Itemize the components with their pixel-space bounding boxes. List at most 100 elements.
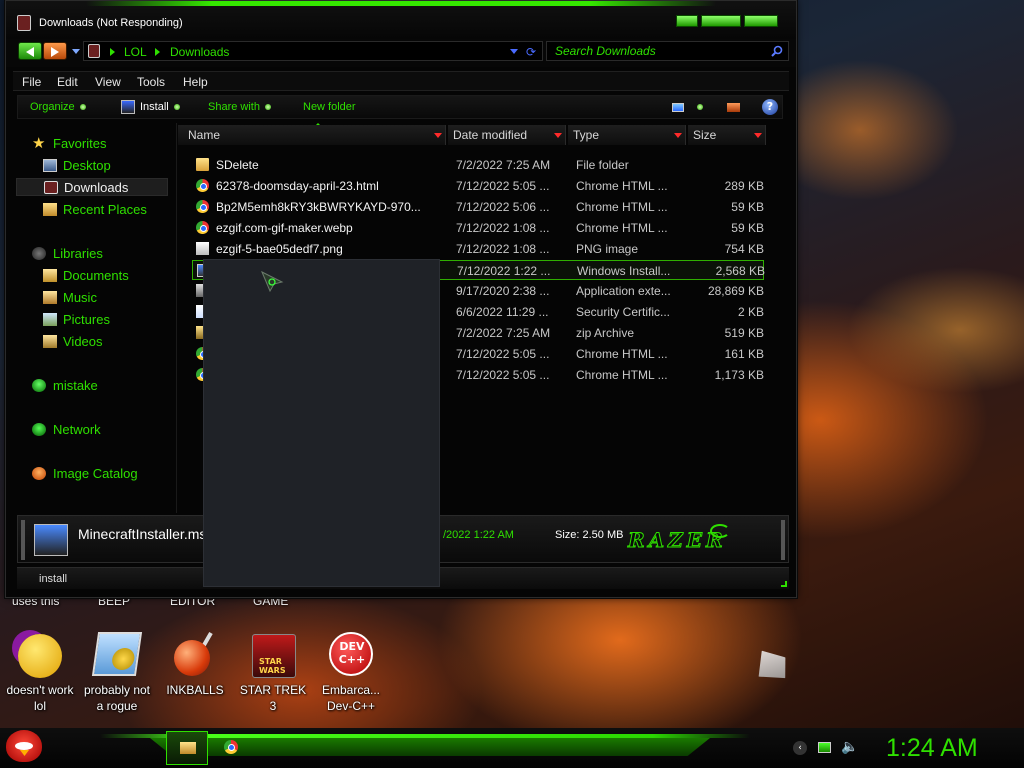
file-row[interactable]: ezgif.com-gif-maker.webp 7/12/2022 1:08 .… — [192, 218, 764, 238]
nav-videos[interactable]: Videos — [16, 333, 168, 351]
nav-downloads[interactable]: Downloads — [16, 178, 168, 196]
column-dropdown-icon[interactable] — [554, 133, 562, 138]
taskbar-explorer-button[interactable] — [166, 731, 208, 765]
file-size: 754 KB — [724, 242, 764, 256]
file-row[interactable]: 62378-doomsday-april-23.html 7/12/2022 5:… — [192, 176, 764, 196]
menu-tools[interactable]: Tools — [137, 75, 165, 89]
menu-edit[interactable]: Edit — [57, 75, 78, 89]
taskbar-chrome-icon[interactable] — [224, 740, 238, 754]
start-button-angry-bird-icon[interactable] — [6, 730, 42, 762]
dev-cpp-icon: DEV C++ — [329, 632, 373, 676]
address-box[interactable]: LOL Downloads ⟳ — [83, 41, 543, 61]
nav-user-label: mistake — [53, 378, 98, 393]
chrome-icon — [196, 221, 209, 234]
wallpaper-shard — [750, 646, 794, 689]
help-icon[interactable]: ? — [762, 99, 778, 115]
nav-libraries[interactable]: Libraries — [16, 245, 168, 263]
file-size: 28,869 KB — [707, 284, 764, 298]
tray-show-hidden-icon[interactable]: ‹ — [793, 741, 807, 755]
file-type: Chrome HTML ... — [576, 221, 668, 235]
forward-button[interactable] — [43, 42, 67, 60]
navigation-pane: ★ Favorites Desktop Downloads Recent Pla… — [16, 125, 172, 511]
pictures-icon — [43, 313, 57, 326]
file-row[interactable]: Bp2M5emh8kRY3kBWRYKAYD-970... 7/12/2022 5… — [192, 197, 764, 217]
column-header-type[interactable]: Type — [568, 125, 686, 145]
share-with-button[interactable]: Share with — [208, 101, 271, 113]
file-row[interactable]: SDelete 7/2/2022 7:25 AM File folder — [192, 155, 764, 175]
nav-recent-places[interactable]: Recent Places — [16, 201, 168, 219]
nav-desktop-label: Desktop — [63, 158, 111, 173]
nav-downloads-label: Downloads — [64, 180, 129, 195]
file-size: 2,568 KB — [715, 264, 765, 278]
nav-catalog-label: Image Catalog — [53, 466, 138, 481]
desktop-icon-label: 3 — [269, 699, 277, 713]
file-size: 1,173 KB — [714, 368, 764, 382]
nav-pictures[interactable]: Pictures — [16, 311, 168, 329]
details-size: Size: 2.50 MB — [555, 529, 624, 541]
file-name: 62378-doomsday-april-23.html — [216, 179, 379, 193]
nav-documents[interactable]: Documents — [16, 267, 168, 285]
star-wars-logo-text: STAR WARS — [259, 657, 286, 675]
resize-grip-icon[interactable] — [781, 581, 787, 587]
file-date: 7/12/2022 5:05 ... — [456, 347, 550, 361]
breadcrumb-lol[interactable]: LOL — [124, 45, 147, 59]
file-type: Chrome HTML ... — [576, 179, 668, 193]
user-icon — [32, 379, 46, 392]
column-dropdown-icon[interactable] — [754, 133, 762, 138]
star-icon: ★ — [32, 135, 46, 152]
breadcrumb-chevron-icon[interactable] — [155, 48, 160, 56]
column-dropdown-icon[interactable] — [434, 133, 442, 138]
menu-help[interactable]: Help — [183, 75, 208, 89]
close-button[interactable] — [744, 15, 778, 27]
column-dropdown-icon[interactable] — [674, 133, 682, 138]
column-header-date[interactable]: Date modified — [448, 125, 566, 145]
nav-network[interactable]: Network — [16, 421, 168, 439]
organize-button[interactable]: Organize — [30, 101, 86, 113]
tray-network-icon[interactable] — [818, 742, 831, 753]
file-date: 9/17/2020 2:38 ... — [456, 284, 550, 298]
nav-image-catalog[interactable]: Image Catalog — [16, 465, 168, 483]
title-bar[interactable]: Downloads (Not Responding) — [6, 1, 796, 39]
address-dropdown-icon[interactable] — [510, 49, 518, 54]
razer-snake-icon — [710, 524, 730, 538]
nav-desktop[interactable]: Desktop — [16, 157, 168, 175]
minimize-button[interactable] — [676, 15, 698, 27]
menu-view[interactable]: View — [95, 75, 121, 89]
breadcrumb-chevron-icon[interactable] — [110, 48, 115, 56]
taskbar-clock[interactable]: 1:24 AM — [886, 734, 978, 763]
desktop-icon-label: lol — [33, 699, 46, 713]
desktop-icon-label: probably not — [83, 683, 151, 697]
tray-volume-icon[interactable]: 🔈 — [841, 739, 858, 755]
change-view-icon[interactable] — [672, 103, 684, 112]
nav-favorites[interactable]: ★ Favorites — [16, 135, 168, 153]
details-filename: MinecraftInstaller.ms — [78, 526, 207, 542]
recent-pages-chevron-icon[interactable] — [72, 49, 80, 54]
search-icon[interactable] — [771, 45, 783, 57]
maximize-button[interactable] — [701, 15, 741, 27]
file-row[interactable]: ezgif-5-bae05dedf7.png 7/12/2022 1:08 ...… — [192, 239, 764, 259]
window-title: Downloads (Not Responding) — [39, 17, 183, 29]
nav-music-label: Music — [63, 290, 97, 305]
refresh-icon[interactable]: ⟳ — [526, 45, 536, 59]
nav-user-mistake[interactable]: mistake — [16, 377, 168, 395]
view-options-dot-icon[interactable] — [697, 104, 703, 110]
file-size: 519 KB — [724, 326, 764, 340]
install-button[interactable]: Install — [140, 101, 180, 113]
nav-music[interactable]: Music — [16, 289, 168, 307]
breadcrumb-downloads[interactable]: Downloads — [170, 45, 229, 59]
pane-divider[interactable] — [176, 123, 177, 513]
back-button[interactable] — [18, 42, 42, 60]
share-label: Share with — [208, 101, 260, 113]
network-icon — [32, 423, 46, 436]
search-input[interactable] — [555, 43, 765, 59]
menu-bar: File Edit View Tools Help — [13, 71, 789, 91]
new-folder-button[interactable]: New folder — [303, 101, 356, 113]
column-header-size[interactable]: Size — [688, 125, 766, 145]
title-glow — [86, 1, 716, 6]
menu-file[interactable]: File — [22, 75, 41, 89]
search-box[interactable] — [546, 41, 789, 61]
column-header-name[interactable]: Name — [178, 125, 446, 145]
yahoo-messenger-icon — [18, 634, 62, 678]
folder-icon — [17, 15, 31, 31]
preview-pane-icon[interactable] — [727, 103, 740, 112]
